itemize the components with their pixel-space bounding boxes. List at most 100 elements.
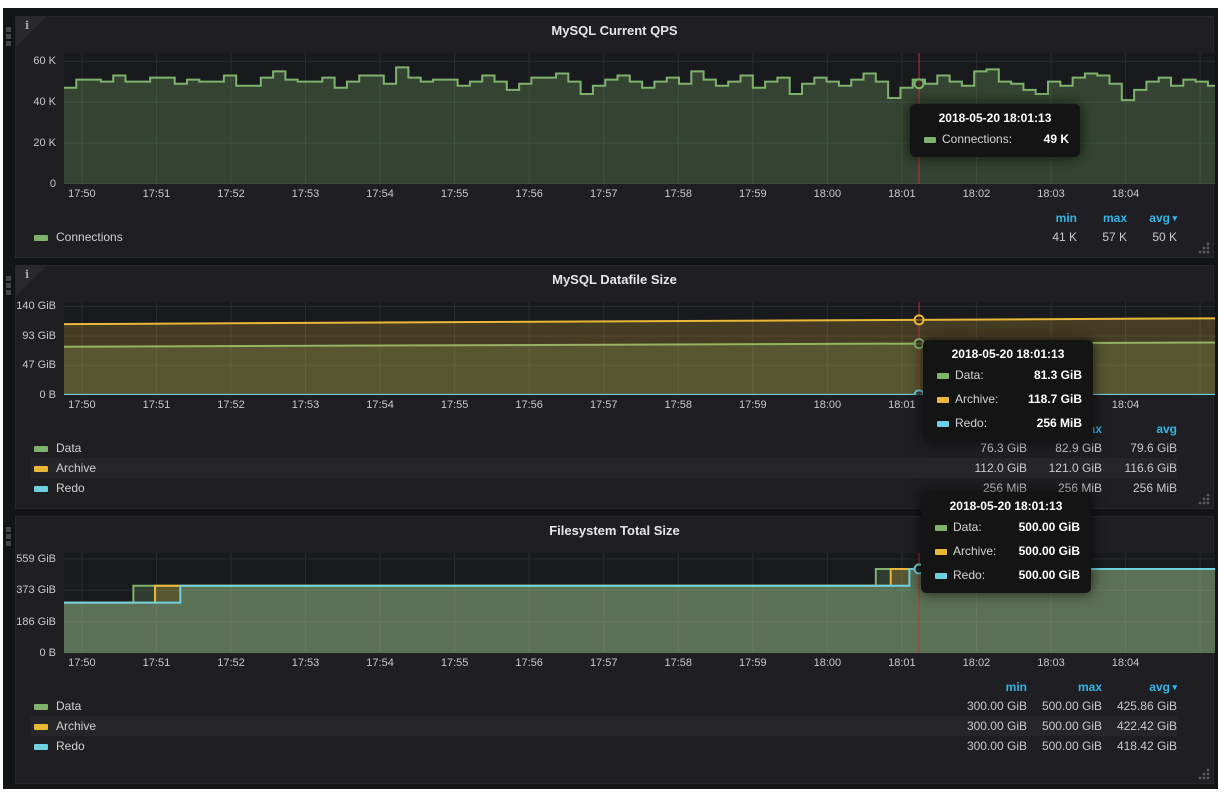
panel-drag-handle[interactable] — [6, 274, 14, 297]
series-color-dash-icon — [937, 397, 949, 403]
x-axis-label: 18:02 — [948, 657, 1004, 669]
tooltip-series-row: Archive:500.00 GiB — [932, 541, 1080, 561]
x-axis-label: 18:01 — [874, 657, 930, 669]
legend-stat-header-min[interactable]: min — [1027, 211, 1077, 225]
legend-stat-value: 79.6 GiB — [1102, 441, 1177, 455]
x-axis-label: 17:56 — [501, 399, 557, 411]
legend-series-row: Archive300.00 GiB500.00 GiB422.42 GiB — [31, 716, 1177, 736]
y-axis-label: 0 B — [0, 389, 56, 401]
x-axis-label: 17:57 — [576, 657, 632, 669]
x-axis-label: 18:01 — [874, 188, 930, 200]
x-axis-label: 18:00 — [799, 657, 855, 669]
x-axis-label: 17:55 — [427, 188, 483, 200]
tooltip-series-row: Redo:500.00 GiB — [932, 565, 1080, 585]
y-axis-label: 0 — [0, 178, 56, 190]
tooltip-timestamp: 2018-05-20 18:01:13 — [934, 347, 1082, 361]
x-axis-label: 17:55 — [427, 399, 483, 411]
grafana-dashboard: i MySQL Current QPS 020 K40 K60 K 17:501… — [3, 8, 1218, 789]
legend-stat-value: 121.0 GiB — [1027, 461, 1102, 475]
x-axis-label: 18:03 — [1023, 657, 1079, 669]
series-color-dash-icon — [935, 573, 947, 579]
sort-caret-icon: ▾ — [1170, 682, 1177, 692]
x-axis-label: 17:51 — [128, 188, 184, 200]
x-axis-label: 17:58 — [650, 399, 706, 411]
legend-stat-value: 418.42 GiB — [1102, 739, 1177, 753]
series-color-dash-icon — [937, 421, 949, 427]
tooltip-series-row: Data:81.3 GiB — [934, 365, 1082, 385]
x-axis-label: 17:59 — [725, 399, 781, 411]
legend-series-row: Data76.3 GiB82.9 GiB79.6 GiB — [31, 438, 1177, 458]
legend-stat-value: 300.00 GiB — [952, 699, 1027, 713]
x-axis-label: 17:54 — [352, 188, 408, 200]
y-axis-label: 20 K — [0, 137, 56, 149]
x-axis-label: 18:00 — [799, 188, 855, 200]
legend-stat-value: 300.00 GiB — [952, 719, 1027, 733]
panel-drag-handle[interactable] — [6, 25, 14, 48]
x-axis-label: 17:50 — [54, 188, 110, 200]
series-color-dash-icon — [34, 446, 48, 452]
series-color-dash-icon — [34, 486, 48, 492]
legend: minmaxavg ▾Data300.00 GiB500.00 GiB425.8… — [31, 678, 1177, 756]
legend-stat-value: 500.00 GiB — [1027, 699, 1102, 713]
x-axis-label: 18:00 — [799, 399, 855, 411]
series-color-dash-icon — [34, 466, 48, 472]
legend-stat-header-min[interactable]: min — [952, 680, 1027, 694]
panel-resize-handle[interactable] — [1197, 241, 1211, 255]
x-axis-label: 18:04 — [1098, 399, 1154, 411]
legend-stat-header-avg[interactable]: avg ▾ — [1127, 211, 1177, 225]
series-color-dash-icon — [34, 704, 48, 710]
tooltip-timestamp: 2018-05-20 18:01:13 — [921, 111, 1069, 125]
legend-stat-value: 500.00 GiB — [1027, 719, 1102, 733]
y-axis-label: 0 B — [0, 647, 56, 659]
legend-stat-header-avg[interactable]: avg — [1102, 422, 1177, 436]
series-color-dash-icon — [935, 525, 947, 531]
panel-title[interactable]: MySQL Current QPS — [16, 17, 1213, 45]
sort-caret-icon: ▾ — [1170, 213, 1177, 223]
legend-stat-value: 300.00 GiB — [952, 739, 1027, 753]
legend-stat-value: 500.00 GiB — [1027, 739, 1102, 753]
series-color-dash-icon — [937, 373, 949, 379]
legend-stat-value: 57 K — [1077, 230, 1127, 244]
series-color-dash-icon — [935, 549, 947, 555]
legend-series-toggle-data[interactable]: Data — [31, 696, 952, 716]
legend-series-toggle-redo[interactable]: Redo — [31, 736, 952, 756]
graph-tooltip: 2018-05-20 18:01:13 Connections:49 K — [910, 104, 1080, 157]
legend-series-toggle-connections[interactable]: Connections — [31, 227, 1027, 247]
series-color-dash-icon — [924, 137, 936, 143]
panel-title[interactable]: MySQL Datafile Size — [16, 266, 1213, 294]
legend-series-toggle-redo[interactable]: Redo — [31, 478, 952, 498]
panel-info-icon[interactable]: i — [16, 17, 46, 47]
panel-info-icon[interactable]: i — [16, 266, 46, 296]
panel-resize-handle[interactable] — [1197, 492, 1211, 506]
tooltip-series-row: Archive:118.7 GiB — [934, 389, 1082, 409]
legend-stat-value: 422.42 GiB — [1102, 719, 1177, 733]
x-axis-label: 17:50 — [54, 657, 110, 669]
x-axis-label: 17:55 — [427, 657, 483, 669]
panel-drag-handle[interactable] — [6, 525, 14, 548]
legend-series-row: Redo300.00 GiB500.00 GiB418.42 GiB — [31, 736, 1177, 756]
x-axis-label: 17:52 — [203, 399, 259, 411]
x-axis-label: 17:53 — [278, 399, 334, 411]
legend-stat-header-max[interactable]: max — [1027, 680, 1102, 694]
x-axis-label: 17:50 — [54, 399, 110, 411]
x-axis-label: 17:59 — [725, 657, 781, 669]
legend: minmaxavg ▾ Connections41 K57 K50 K — [31, 209, 1177, 247]
legend-stat-header-max[interactable]: max — [1077, 211, 1127, 225]
legend-stat-value: 425.86 GiB — [1102, 699, 1177, 713]
x-axis-label: 17:51 — [128, 399, 184, 411]
legend-series-toggle-data[interactable]: Data — [31, 438, 952, 458]
x-axis-label: 17:53 — [278, 657, 334, 669]
legend-series-row: Data300.00 GiB500.00 GiB425.86 GiB — [31, 696, 1177, 716]
legend-stat-header-avg[interactable]: avg ▾ — [1102, 680, 1177, 694]
series-color-dash-icon — [34, 235, 48, 241]
x-axis-label: 17:57 — [576, 188, 632, 200]
x-axis: 17:5017:5117:5217:5317:5417:5517:5617:57… — [64, 186, 1197, 205]
x-axis-label: 17:58 — [650, 188, 706, 200]
panel-resize-handle[interactable] — [1197, 767, 1211, 781]
legend-series-toggle-archive[interactable]: Archive — [31, 716, 952, 736]
y-axis-label: 373 GiB — [0, 584, 56, 596]
legend-series-row: Connections41 K57 K50 K — [31, 227, 1177, 247]
x-axis-label: 18:04 — [1098, 188, 1154, 200]
x-axis-label: 17:54 — [352, 399, 408, 411]
legend-series-toggle-archive[interactable]: Archive — [31, 458, 952, 478]
